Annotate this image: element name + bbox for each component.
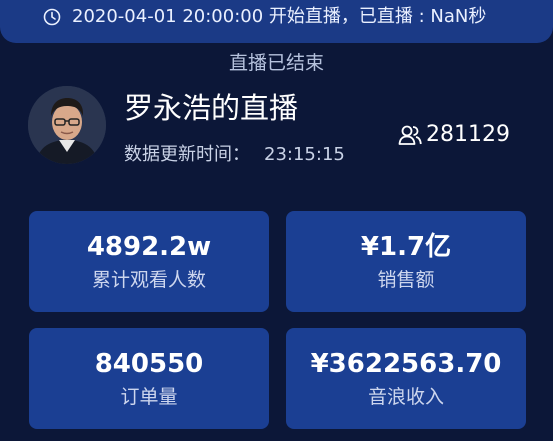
stat-label: 订单量 [120, 386, 178, 408]
avatar [28, 86, 106, 164]
anchor-portrait [28, 86, 106, 164]
anchor-name: 罗永浩的直播 [124, 91, 299, 125]
stat-value: ¥3622563.70 [310, 349, 502, 379]
online-viewer-count: 281129 [426, 122, 510, 147]
live-stats-page: 2020-04-01 20:00:00 开始直播，已直播 : NaN秒 直播已结… [0, 0, 553, 441]
update-time-label: 数据更新时间： [124, 144, 250, 165]
stat-label: 累计观看人数 [91, 269, 206, 291]
viewers-icon [398, 125, 422, 145]
stat-card-gift-income: ¥3622563.70 音浪收入 [286, 328, 526, 429]
stat-card-orders: 840550 订单量 [29, 328, 269, 429]
stat-label: 销售额 [377, 269, 435, 291]
live-start-time-text: 2020-04-01 20:00:00 开始直播，已直播 : NaN秒 [72, 6, 487, 27]
data-update-row: 数据更新时间： 23:15:15 [124, 143, 345, 167]
clock-icon [43, 8, 61, 26]
stat-value: ¥1.7亿 [360, 232, 452, 262]
update-time-value: 23:15:15 [264, 144, 345, 165]
stat-value: 840550 [94, 349, 204, 379]
stat-card-total-viewers: 4892.2w 累计观看人数 [29, 211, 269, 312]
stat-value: 4892.2w [86, 232, 212, 262]
stat-label: 音浪收入 [367, 386, 444, 408]
live-ended-label: 直播已结束 [228, 52, 324, 74]
live-status-bar: 2020-04-01 20:00:00 开始直播，已直播 : NaN秒 [0, 0, 553, 43]
stat-card-sales: ¥1.7亿 销售额 [286, 211, 526, 312]
